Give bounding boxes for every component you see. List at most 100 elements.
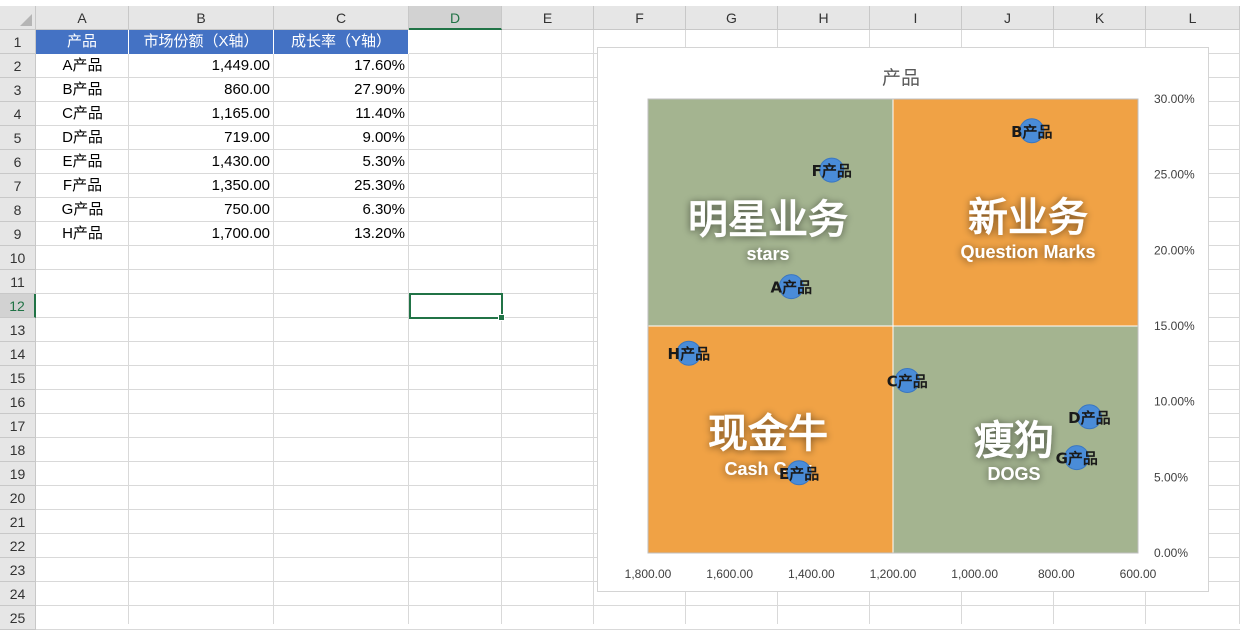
row-header-14[interactable]: 14	[0, 342, 36, 366]
row-header-8[interactable]: 8	[0, 198, 36, 222]
x-tick-label: 1,600.00	[706, 567, 753, 581]
table-header-cell[interactable]: 市场份额（X轴）	[129, 30, 274, 54]
column-header-k[interactable]: K	[1054, 6, 1146, 30]
select-all-corner[interactable]	[0, 6, 36, 30]
column-header-c[interactable]: C	[274, 6, 409, 30]
quadrant-subtitle: stars	[746, 244, 789, 264]
table-cell[interactable]: 5.30%	[274, 150, 409, 174]
bcg-matrix-chart[interactable]: 产品 1,800.00 1,600.00 1,400.00 1,200.00 1,000.…	[597, 47, 1209, 592]
y-tick-label: 25.00%	[1154, 168, 1195, 182]
table-cell[interactable]: 13.20%	[274, 222, 409, 246]
table-cell[interactable]: C产品	[36, 102, 129, 126]
row-header-12[interactable]: 12	[0, 294, 36, 318]
data-label: F产品	[812, 162, 852, 180]
data-label: H产品	[668, 345, 711, 363]
row-header-17[interactable]: 17	[0, 414, 36, 438]
table-cell[interactable]: 25.30%	[274, 174, 409, 198]
table-cell[interactable]: G产品	[36, 198, 129, 222]
column-header-a[interactable]: A	[36, 6, 129, 30]
quadrant-title: 瘦狗	[974, 418, 1054, 464]
column-header-f[interactable]: F	[594, 6, 686, 30]
table-cell[interactable]: 11.40%	[274, 102, 409, 126]
row-header-3[interactable]: 3	[0, 78, 36, 102]
chart-title: 产品	[882, 67, 920, 89]
table-cell[interactable]: 1,700.00	[129, 222, 274, 246]
quadrant-title: 现金牛	[708, 411, 828, 457]
x-tick-label: 1,000.00	[951, 567, 998, 581]
row-header-1[interactable]: 1	[0, 30, 36, 54]
spreadsheet: ABCDEFGHIJKL 1 2 3 4 5 6 7 8 9 10 11 12 13 14 15 16 17 18…	[0, 0, 1240, 630]
table-cell[interactable]: H产品	[36, 222, 129, 246]
row-header-25[interactable]: 25	[0, 606, 36, 630]
column-header-b[interactable]: B	[129, 6, 274, 30]
x-tick-label: 1,800.00	[625, 567, 672, 581]
chart-svg: 产品 1,800.00 1,600.00 1,400.00 1,200.00 1,000.…	[625, 67, 1195, 581]
x-tick-label: 1,400.00	[788, 567, 835, 581]
row-header-6[interactable]: 6	[0, 150, 36, 174]
quadrant-subtitle: Question Marks	[960, 242, 1095, 262]
quadrant-subtitle: DOGS	[987, 464, 1040, 484]
active-cell-selection[interactable]	[409, 293, 505, 321]
y-tick-label: 30.00%	[1154, 92, 1195, 106]
table-cell[interactable]: 9.00%	[274, 126, 409, 150]
row-header-15[interactable]: 15	[0, 366, 36, 390]
x-tick-label: 1,200.00	[870, 567, 917, 581]
row-header-13[interactable]: 13	[0, 318, 36, 342]
row-header-21[interactable]: 21	[0, 510, 36, 534]
data-label: G产品	[1056, 450, 1098, 468]
row-header-22[interactable]: 22	[0, 534, 36, 558]
table-header-cell[interactable]: 产品	[36, 30, 129, 54]
column-header-g[interactable]: G	[686, 6, 778, 30]
table-cell[interactable]: B产品	[36, 78, 129, 102]
column-header-i[interactable]: I	[870, 6, 962, 30]
column-header-d[interactable]: D	[409, 6, 502, 30]
table-cell[interactable]: 719.00	[129, 126, 274, 150]
row-header-19[interactable]: 19	[0, 462, 36, 486]
table-cell[interactable]: 17.60%	[274, 54, 409, 78]
table-cell[interactable]: F产品	[36, 174, 129, 198]
column-header-l[interactable]: L	[1146, 6, 1240, 30]
quadrant-title: 新业务	[968, 195, 1088, 241]
row-header-16[interactable]: 16	[0, 390, 36, 414]
table-cell[interactable]: D产品	[36, 126, 129, 150]
x-tick-label: 800.00	[1038, 567, 1075, 581]
data-label: E产品	[779, 465, 819, 483]
row-header-23[interactable]: 23	[0, 558, 36, 582]
y-tick-label: 15.00%	[1154, 319, 1195, 333]
table-cell[interactable]: 1,449.00	[129, 54, 274, 78]
row-header-4[interactable]: 4	[0, 102, 36, 126]
row-header-11[interactable]: 11	[0, 270, 36, 294]
row-header-10[interactable]: 10	[0, 246, 36, 270]
gridline	[36, 605, 1240, 606]
table-cell[interactable]: 27.90%	[274, 78, 409, 102]
table-cell[interactable]: 1,430.00	[129, 150, 274, 174]
table-cell[interactable]: 860.00	[129, 78, 274, 102]
table-cell[interactable]: E产品	[36, 150, 129, 174]
table-cell[interactable]: 1,350.00	[129, 174, 274, 198]
y-tick-label: 5.00%	[1154, 470, 1188, 484]
y-tick-label: 10.00%	[1154, 395, 1195, 409]
table-cell[interactable]: 750.00	[129, 198, 274, 222]
data-label: C产品	[887, 372, 928, 390]
y-tick-label: 20.00%	[1154, 243, 1195, 257]
data-label: D产品	[1068, 409, 1110, 427]
column-header-h[interactable]: H	[778, 6, 870, 30]
gridline	[501, 30, 502, 624]
table-cell[interactable]: 6.30%	[274, 198, 409, 222]
row-header-9[interactable]: 9	[0, 222, 36, 246]
gridline	[593, 30, 594, 624]
table-header-cell[interactable]: 成长率（Y轴）	[274, 30, 409, 54]
data-label: B产品	[1011, 123, 1052, 141]
column-header-j[interactable]: J	[962, 6, 1054, 30]
quadrant-title: 明星业务	[688, 197, 848, 243]
row-header-24[interactable]: 24	[0, 582, 36, 606]
column-header-e[interactable]: E	[502, 6, 594, 30]
row-header-18[interactable]: 18	[0, 438, 36, 462]
row-header-5[interactable]: 5	[0, 126, 36, 150]
table-cell[interactable]: 1,165.00	[129, 102, 274, 126]
row-header-7[interactable]: 7	[0, 174, 36, 198]
table-cell[interactable]: A产品	[36, 54, 129, 78]
row-header-20[interactable]: 20	[0, 486, 36, 510]
row-header-2[interactable]: 2	[0, 54, 36, 78]
x-tick-label: 600.00	[1120, 567, 1157, 581]
